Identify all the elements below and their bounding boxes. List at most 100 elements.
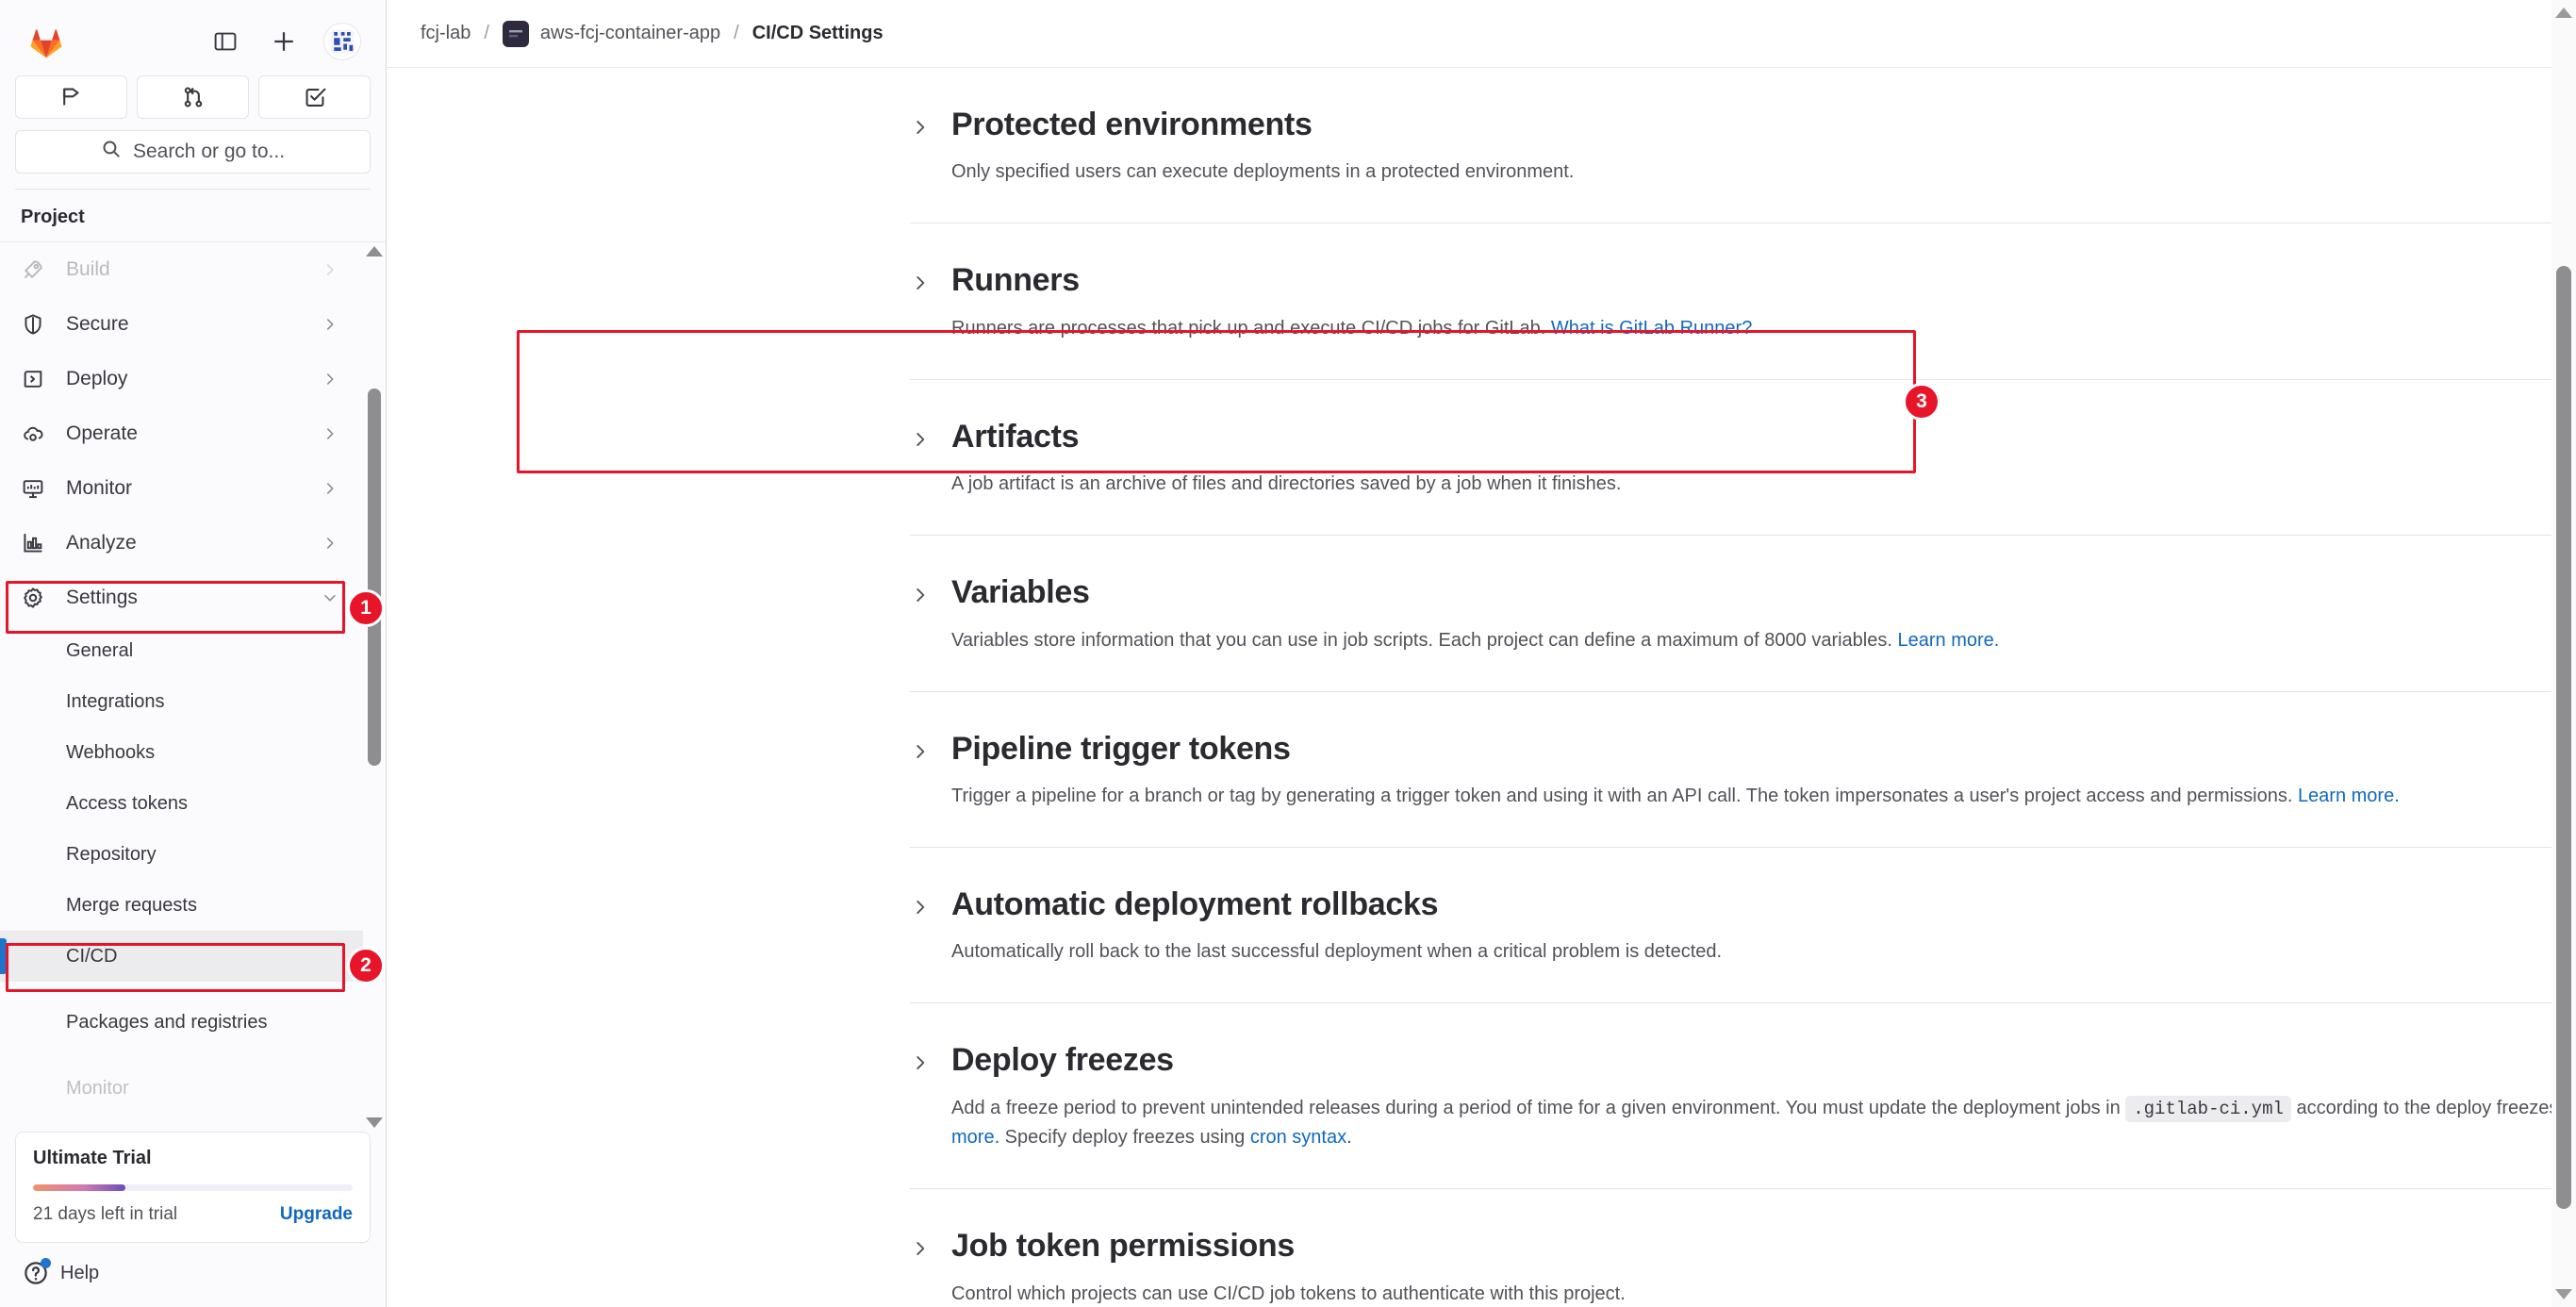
annotation-badge-2: 2 — [347, 947, 385, 984]
sidebar-section-label: Project — [21, 207, 85, 227]
upgrade-link[interactable]: Upgrade — [280, 1204, 353, 1225]
trial-title: Ultimate Trial — [33, 1148, 152, 1168]
help-label: Help — [60, 1262, 100, 1283]
trial-progress-bar — [33, 1184, 353, 1191]
breadcrumb-current[interactable]: CI/CD Settings — [752, 23, 883, 44]
sidebar-subitem-access-tokens[interactable]: Access tokens — [0, 778, 363, 829]
section-header-toggle[interactable]: Pipeline trigger tokens — [910, 730, 2576, 767]
chevron-right-icon — [910, 585, 931, 610]
sidebar-scrollbar[interactable] — [363, 242, 386, 1132]
section-text: A job artifact is an archive of files an… — [951, 473, 1622, 495]
project-avatar-icon — [502, 20, 529, 47]
sidebar-item-deploy[interactable]: Deploy — [0, 352, 363, 406]
page-scrollbar[interactable] — [2551, 0, 2576, 1307]
section-link[interactable]: Learn more. — [2298, 786, 2400, 806]
section-text: Automatically roll back to the last succ… — [951, 941, 1723, 963]
cloud-gear-icon — [21, 422, 51, 446]
breadcrumb-project-name: aws-fcj-container-app — [539, 23, 721, 43]
section-text: Only specified users can execute deploym… — [951, 161, 1575, 183]
trial-progress-fill — [33, 1184, 126, 1191]
gitlab-logo-icon[interactable] — [25, 21, 68, 62]
settings-section-deploy-freezes: Deploy freezes Add a freeze period to pre… — [910, 1003, 2576, 1190]
merge-request-icon[interactable] — [137, 75, 249, 119]
chevron-right-icon — [322, 316, 339, 333]
sidebar-subitem-label: Merge requests — [66, 894, 197, 916]
sidebar-item-label: Secure — [66, 313, 129, 335]
search-icon — [101, 139, 122, 165]
settings-section-automatic-deployment-rollbacks: Automatic deployment rollbacks Automatica… — [910, 848, 2576, 1004]
breadcrumb-project[interactable]: aws-fcj-container-app — [502, 20, 721, 47]
scroll-up-arrow-icon[interactable] — [366, 246, 383, 256]
section-header-toggle[interactable]: Artifacts — [910, 419, 2576, 455]
section-header-toggle[interactable]: Automatic deployment rollbacks — [910, 886, 2576, 922]
sidebar-subitem-webhooks[interactable]: Webhooks — [0, 727, 363, 778]
section-header-toggle[interactable]: Runners — [910, 262, 2576, 298]
sidebar: Search or go to... Project Build Secure De… — [0, 0, 387, 1307]
settings-section-job-token-permissions: Job token permissions Control which proje… — [910, 1189, 2576, 1307]
sidebar-item-label: Settings — [66, 587, 138, 608]
sidebar-item-secure[interactable]: Secure — [0, 297, 363, 352]
sidebar-item-monitor[interactable]: Monitor — [0, 461, 363, 516]
sidebar-subitem-label: Repository — [66, 843, 157, 865]
rocket-icon — [21, 257, 51, 282]
sidebar-header-actions — [206, 23, 371, 60]
chevron-down-icon — [322, 589, 339, 606]
sidebar-subitem-label: General — [66, 639, 134, 661]
breadcrumb-separator-1: / — [484, 23, 489, 43]
scroll-down-arrow-icon[interactable] — [366, 1117, 383, 1128]
section-header-toggle[interactable]: Deploy freezes — [910, 1042, 2576, 1079]
sidebar-subitem-integrations[interactable]: Integrations — [0, 676, 363, 727]
main-area: fcj-lab / aws-fcj-container-app / CI/CD … — [387, 0, 2576, 1307]
section-description: Control which projects can use CI/CD job… — [951, 1280, 2576, 1307]
sidebar-scrollbar-thumb[interactable] — [368, 389, 381, 766]
gear-icon — [21, 586, 51, 610]
page-scroll-down-arrow-icon[interactable] — [2555, 1289, 2572, 1299]
sidebar-subitem-merge-requests[interactable]: Merge requests — [0, 880, 363, 931]
sidebar-subitem-general[interactable]: General — [0, 625, 363, 676]
section-header-toggle[interactable]: Job token permissions — [910, 1228, 2576, 1265]
section-description: Only specified users can execute deploym… — [951, 157, 2576, 187]
page-scrollbar-thumb[interactable] — [2556, 266, 2571, 1209]
sidebar-subitem-ci-cd[interactable]: CI/CD — [0, 931, 363, 982]
todo-checkbox-icon[interactable] — [258, 75, 371, 119]
sidebar-toggle-icon[interactable] — [206, 23, 244, 60]
sidebar-subitem-packages-and-registries[interactable]: Packages and registries — [0, 982, 363, 1063]
section-link[interactable]: Learn more. — [1897, 630, 1999, 651]
settings-content: Protected environments Only specified use… — [387, 68, 2576, 1307]
section-link[interactable]: What is GitLab Runner? — [1551, 318, 1752, 339]
page-scroll-up-arrow-icon[interactable] — [2555, 8, 2572, 18]
inline-code-chip: .gitlab-ci.yml — [2125, 1095, 2291, 1122]
section-title: Variables — [951, 574, 1090, 611]
search-input[interactable]: Search or go to... — [15, 130, 371, 174]
section-text: Control which projects can use CI/CD job… — [951, 1282, 1626, 1304]
section-title: Job token permissions — [951, 1228, 1296, 1265]
breadcrumb-group[interactable]: fcj-lab — [421, 23, 471, 44]
section-text: . — [1346, 1127, 1352, 1149]
help-button[interactable]: Help — [15, 1258, 371, 1307]
plus-icon[interactable] — [265, 23, 303, 60]
section-header-toggle[interactable]: Protected environments — [910, 107, 2576, 142]
sidebar-subitem-monitor[interactable]: Monitor — [0, 1063, 363, 1114]
chevron-right-icon — [322, 425, 339, 442]
chevron-right-icon — [910, 117, 931, 142]
search-placeholder: Search or go to... — [132, 141, 286, 162]
section-text: Specify deploy freezes using — [999, 1127, 1250, 1149]
sidebar-item-label: Operate — [66, 422, 138, 444]
issues-icon[interactable] — [15, 75, 127, 119]
section-link[interactable]: cron syntax — [1250, 1127, 1346, 1148]
sidebar-subitem-label: Monitor — [66, 1077, 129, 1099]
sidebar-item-analyze[interactable]: Analyze — [0, 516, 363, 571]
chevron-right-icon — [910, 741, 931, 767]
section-text: Add a freeze period to prevent unintende… — [951, 1097, 2126, 1118]
section-header-toggle[interactable]: Variables — [910, 574, 2576, 611]
sidebar-top: Search or go to... — [0, 0, 386, 190]
gitlab-app-window: Search or go to... Project Build Secure De… — [0, 0, 2576, 1307]
section-title: Pipeline trigger tokens — [951, 730, 1291, 767]
sidebar-item-operate[interactable]: Operate — [0, 406, 363, 461]
sidebar-item-build[interactable]: Build — [0, 242, 363, 297]
section-title: Deploy freezes — [951, 1042, 1174, 1079]
user-avatar[interactable] — [323, 23, 361, 60]
sidebar-item-settings[interactable]: Settings — [0, 571, 363, 625]
sidebar-subitem-repository[interactable]: Repository — [0, 829, 363, 880]
sidebar-item-label: Deploy — [66, 368, 128, 389]
